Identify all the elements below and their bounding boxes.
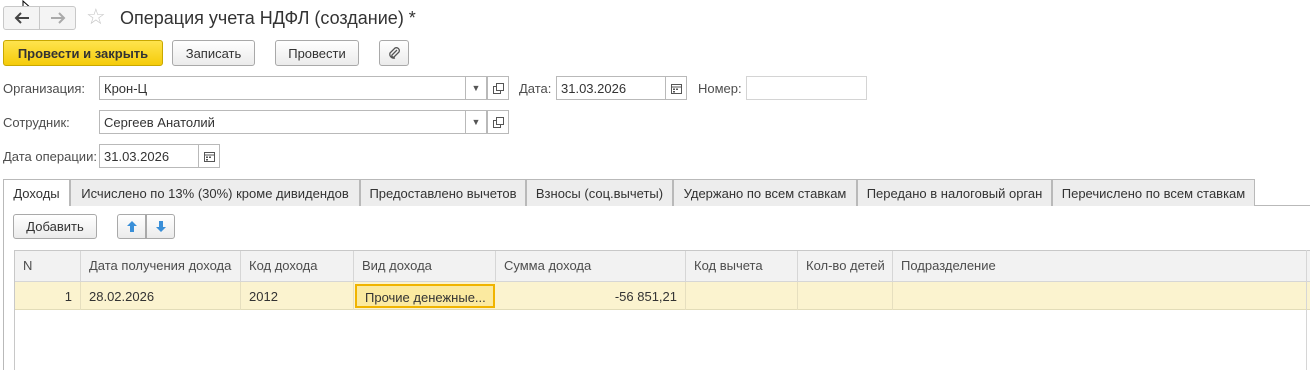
chevron-down-icon: ▼: [471, 117, 481, 127]
cell-department[interactable]: [893, 282, 1310, 310]
column-header-income-date[interactable]: Дата получения дохода: [81, 251, 241, 282]
table-scrollbar[interactable]: [1306, 250, 1310, 370]
column-header-income-type[interactable]: Вид дохода: [354, 251, 496, 282]
operation-date-field[interactable]: 31.03.2026: [99, 144, 199, 168]
chevron-down-icon: ▼: [471, 83, 481, 93]
save-button[interactable]: Записать: [172, 40, 255, 66]
back-button[interactable]: [3, 6, 40, 30]
open-window-icon: [492, 82, 504, 94]
add-button[interactable]: Добавить: [13, 214, 97, 239]
operation-date-label: Дата операции:: [3, 149, 97, 164]
move-down-button[interactable]: [146, 214, 175, 239]
table-row[interactable]: 1 28.02.2026 2012 Прочие денежные... -56…: [15, 282, 1310, 310]
favorite-star-icon[interactable]: ☆: [86, 5, 106, 29]
organization-dropdown-button[interactable]: ▼: [465, 76, 487, 100]
employee-dropdown-button[interactable]: ▼: [465, 110, 487, 134]
tab-income[interactable]: Доходы: [3, 179, 70, 206]
organization-open-button[interactable]: [487, 76, 509, 100]
tab-deductions[interactable]: Предоставлено вычетов: [360, 179, 526, 206]
cell-income-type[interactable]: Прочие денежные...: [355, 284, 495, 308]
post-button[interactable]: Провести: [275, 40, 359, 66]
cell-income-date[interactable]: 28.02.2026: [81, 282, 241, 310]
number-label: Номер:: [698, 81, 742, 96]
tab-paid-all-rates[interactable]: Перечислено по всем ставкам: [1052, 179, 1255, 206]
cell-income-amount[interactable]: -56 851,21: [496, 282, 686, 310]
tab-panel-border: [3, 206, 4, 370]
forward-button[interactable]: [39, 6, 76, 30]
table-header: N Дата получения дохода Код дохода Вид д…: [15, 251, 1310, 282]
cell-deduction-code[interactable]: [686, 282, 798, 310]
paperclip-icon: [389, 47, 400, 59]
cell-children-count[interactable]: [798, 282, 893, 310]
organization-label: Организация:: [3, 81, 86, 96]
tab-calculated-13-30[interactable]: Исчислено по 13% (30%) кроме дивидендов: [70, 179, 360, 206]
column-header-children-count[interactable]: Кол-во детей: [798, 251, 893, 282]
tab-transferred-to-tax[interactable]: Передано в налоговый орган: [857, 179, 1052, 206]
arrow-right-icon: [50, 12, 65, 24]
post-and-close-button[interactable]: Провести и закрыть: [3, 40, 163, 66]
date-field[interactable]: 31.03.2026: [556, 76, 666, 100]
tab-withheld[interactable]: Удержано по всем ставкам: [673, 179, 857, 206]
column-header-department[interactable]: Подразделение: [893, 251, 1310, 282]
cell-n[interactable]: 1: [15, 282, 81, 310]
attach-button[interactable]: [379, 40, 409, 66]
employee-open-button[interactable]: [487, 110, 509, 134]
number-field[interactable]: [746, 76, 867, 100]
arrow-left-icon: [14, 12, 29, 24]
page-title: Операция учета НДФЛ (создание) *: [120, 8, 416, 28]
operation-date-calendar-button[interactable]: [198, 144, 220, 168]
open-window-icon: [492, 116, 504, 128]
column-header-income-amount[interactable]: Сумма дохода: [496, 251, 686, 282]
employee-label: Сотрудник:: [3, 115, 70, 130]
date-label: Дата:: [519, 81, 552, 96]
calendar-icon: [203, 151, 215, 162]
organization-field[interactable]: Крон-Ц: [99, 76, 466, 100]
tab-contributions[interactable]: Взносы (соц.вычеты): [526, 179, 673, 206]
calendar-icon: [670, 83, 682, 94]
arrow-up-icon: [126, 221, 137, 232]
column-header-deduction-code[interactable]: Код вычета: [686, 251, 798, 282]
move-up-button[interactable]: [117, 214, 146, 239]
employee-field[interactable]: Сергеев Анатолий: [99, 110, 466, 134]
date-calendar-button[interactable]: [665, 76, 687, 100]
column-header-income-code[interactable]: Код дохода: [241, 251, 354, 282]
cell-income-code[interactable]: 2012: [241, 282, 354, 310]
arrow-down-icon: [155, 221, 166, 232]
column-header-n[interactable]: N: [15, 251, 81, 282]
income-table: N Дата получения дохода Код дохода Вид д…: [14, 250, 1310, 370]
